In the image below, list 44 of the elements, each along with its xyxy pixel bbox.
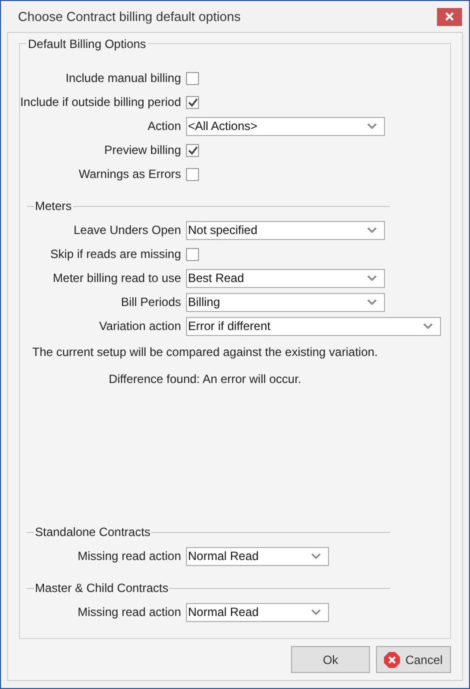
field-label: Action xyxy=(148,118,181,135)
dropdown[interactable]: Normal Read xyxy=(186,546,329,566)
field-label: Skip if reads are missing xyxy=(50,246,181,263)
field-label: Warnings as Errors xyxy=(78,166,181,183)
dropdown[interactable]: Best Read xyxy=(186,268,385,288)
ok-button[interactable]: Ok xyxy=(291,646,370,673)
field-label: Preview billing xyxy=(104,142,181,159)
checkbox[interactable] xyxy=(186,168,199,180)
close-icon xyxy=(445,12,454,21)
field-label: Include if outside billing period xyxy=(20,94,181,111)
field-label: Meter billing read to use xyxy=(52,270,181,287)
close-button[interactable] xyxy=(437,8,462,26)
dropdown[interactable]: Not specified xyxy=(186,220,385,240)
note-text: The current setup will be compared against the existing variation. xyxy=(32,344,378,360)
chevron-down-icon xyxy=(367,299,377,305)
field-label: Variation action xyxy=(99,318,181,335)
checkbox[interactable] xyxy=(186,144,199,156)
dropdown[interactable]: <All Actions> xyxy=(186,116,385,136)
checkbox[interactable] xyxy=(186,248,199,260)
dropdown[interactable]: Error if different xyxy=(186,316,441,336)
window-title: Choose Contract billing default options xyxy=(18,8,241,26)
checkbox[interactable] xyxy=(186,96,199,108)
chevron-down-icon xyxy=(367,275,377,281)
field-label: Bill Periods xyxy=(120,294,181,311)
field-label: Leave Unders Open xyxy=(74,222,181,239)
check-icon xyxy=(188,98,198,106)
dropdown[interactable]: Normal Read xyxy=(186,602,329,622)
note-text: Difference found: An error will occur. xyxy=(108,370,302,388)
section-header: Master & Child Contracts xyxy=(34,580,170,597)
chevron-down-icon xyxy=(311,609,321,615)
field-label: Include manual billing xyxy=(66,70,181,87)
chevron-down-icon xyxy=(423,323,433,329)
chevron-down-icon xyxy=(367,123,377,129)
check-icon xyxy=(188,146,198,154)
dropdown[interactable]: Billing xyxy=(186,292,385,312)
section-header: Meters xyxy=(34,198,73,215)
field-label: Missing read action xyxy=(78,604,181,621)
chevron-down-icon xyxy=(311,553,321,559)
checkbox[interactable] xyxy=(186,72,199,84)
section-header: Standalone Contracts xyxy=(34,524,152,541)
field-label: Missing read action xyxy=(78,548,181,565)
chevron-down-icon xyxy=(367,227,377,233)
cancel-icon xyxy=(384,652,400,668)
cancel-button[interactable]: Cancel xyxy=(376,646,451,673)
